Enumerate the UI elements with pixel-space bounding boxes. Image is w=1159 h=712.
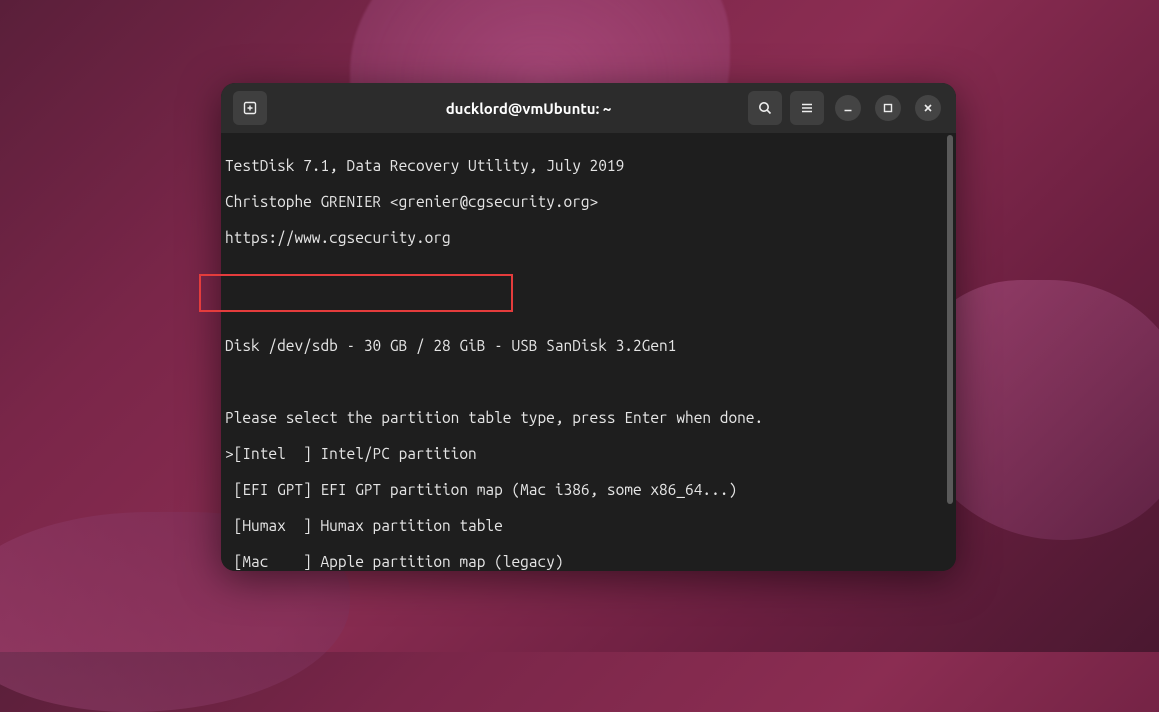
search-button[interactable] <box>748 91 782 125</box>
terminal-body[interactable]: TestDisk 7.1, Data Recovery Utility, Jul… <box>221 133 956 571</box>
header-line: https://www.cgsecurity.org <box>225 229 952 247</box>
titlebar: ducklord@vmUbuntu: ~ <box>221 83 956 133</box>
new-tab-button[interactable] <box>233 91 267 125</box>
maximize-button[interactable] <box>875 95 901 121</box>
blank-line <box>225 301 952 319</box>
prompt-line: Please select the partition table type, … <box>225 409 952 427</box>
option-mac[interactable]: [Mac ] Apple partition map (legacy) <box>225 553 952 571</box>
minimize-button[interactable] <box>835 95 861 121</box>
header-line: Christophe GRENIER <grenier@cgsecurity.o… <box>225 193 952 211</box>
terminal-window: ducklord@vmUbuntu: ~ <box>221 83 956 571</box>
option-humax[interactable]: [Humax ] Humax partition table <box>225 517 952 535</box>
option-intel[interactable]: >[Intel ] Intel/PC partition <box>225 445 952 463</box>
scrollbar-thumb[interactable] <box>947 135 953 504</box>
close-button[interactable] <box>915 95 941 121</box>
hamburger-menu-button[interactable] <box>790 91 824 125</box>
disk-line: Disk /dev/sdb - 30 GB / 28 GiB - USB San… <box>225 337 952 355</box>
header-line: TestDisk 7.1, Data Recovery Utility, Jul… <box>225 157 952 175</box>
window-title: ducklord@vmUbuntu: ~ <box>313 100 744 117</box>
option-efi-gpt[interactable]: [EFI GPT] EFI GPT partition map (Mac i38… <box>225 481 952 499</box>
scrollbar[interactable] <box>947 135 953 569</box>
blank-line <box>225 373 952 391</box>
blank-line <box>225 265 952 283</box>
